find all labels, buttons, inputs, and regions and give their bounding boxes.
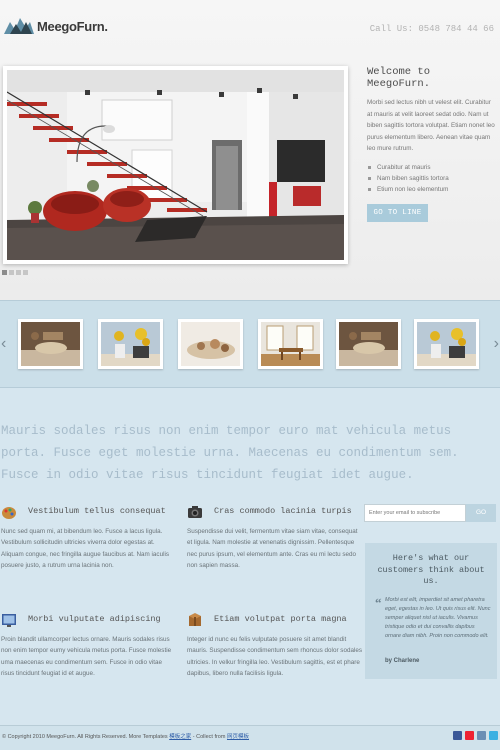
footer: © Copyright 2010 MeegoFurn. All Rights R… — [0, 725, 500, 750]
welcome-text: Morbi sed lectus nibh ut velest elit. Cu… — [367, 99, 495, 152]
thumbnail[interactable] — [178, 319, 243, 369]
hero-image — [7, 70, 344, 260]
feature-text: Suspendisse dui velit, fermentum vitae s… — [187, 528, 358, 569]
collect-text: - Collect from — [192, 734, 226, 740]
feature-title: Vestibulum tellus consequat — [28, 506, 166, 516]
slider-dot[interactable] — [23, 270, 28, 275]
thumbnail[interactable] — [18, 319, 83, 369]
go-to-line-button[interactable]: GO TO LINE — [367, 203, 428, 222]
thumbnail[interactable] — [258, 319, 323, 369]
feature-text: Integer id nunc eu felis vulputate posue… — [187, 636, 362, 677]
email-field[interactable]: Enter your email to subscribe — [364, 504, 466, 522]
feature-title: Etiam volutpat porta magna — [214, 614, 347, 624]
facebook-icon[interactable] — [453, 731, 462, 740]
monitor-icon — [2, 614, 16, 627]
chevron-left-icon[interactable]: ‹ — [1, 335, 6, 353]
welcome-panel: Welcome to MeegoFurn. Morbi sed lectus n… — [367, 66, 497, 222]
copyright: © Copyright 2010 MeegoFurn. All Rights R… — [2, 732, 249, 740]
copyright-text: © Copyright 2010 MeegoFurn. All Rights R… — [2, 734, 168, 740]
feature-block: Morbi vulputate adipiscing Proin blandit… — [1, 612, 176, 679]
phone-number: Call Us: 0548 784 44 66 — [369, 24, 494, 34]
feature-title: Cras commodo lacinia turpis — [214, 506, 352, 516]
twitter-icon[interactable] — [489, 731, 498, 740]
logo-text: MeegoFurn. — [37, 18, 108, 34]
slider-dot[interactable] — [16, 270, 21, 275]
logo[interactable]: MeegoFurn. — [4, 14, 108, 38]
intro-quote: Mauris sodales risus non enim tempor eur… — [1, 424, 459, 482]
slider-dot[interactable] — [9, 270, 14, 275]
feature-title: Morbi vulputate adipiscing — [28, 614, 161, 624]
chevron-right-icon[interactable]: › — [494, 335, 499, 353]
welcome-list: Curabitur at mauris Nam biben sagittis t… — [367, 162, 497, 195]
thumbnail[interactable] — [98, 319, 163, 369]
slider-dot[interactable] — [2, 270, 7, 275]
slider-dots — [2, 270, 28, 275]
testimonial-box: Here's what our customers think about us… — [365, 543, 497, 679]
list-item: Etium non leo elementum — [367, 184, 497, 195]
feature-block: Etiam volutpat porta magna Integer id nu… — [187, 612, 362, 679]
quote-icon: “ — [375, 595, 382, 610]
welcome-title: Welcome to MeegoFurn. — [367, 66, 431, 90]
testimonial-author: by Charlene — [385, 658, 420, 664]
delicious-icon[interactable] — [477, 731, 486, 740]
list-item: Curabitur at mauris — [367, 162, 497, 173]
thumbnail[interactable] — [336, 319, 401, 369]
box-icon — [189, 613, 201, 626]
testimonial-title: Here's what our customers think about us… — [377, 553, 485, 586]
header-area: MeegoFurn. Call Us: 0548 784 44 66 Welco… — [0, 0, 500, 300]
feature-text: Proin blandit ullamcorper lectus ornare.… — [1, 636, 172, 677]
subscribe-button[interactable]: GO — [466, 504, 496, 522]
camera-icon — [188, 506, 202, 518]
social-links — [453, 731, 498, 740]
list-item: Nam biben sagittis tortora — [367, 173, 497, 184]
thumbnail-carousel: ‹ › — [0, 300, 500, 388]
subscribe-form: Enter your email to subscribe GO — [364, 504, 496, 522]
hero-slider[interactable] — [3, 66, 348, 264]
logo-icon — [4, 18, 34, 34]
feature-block: Vestibulum tellus consequat Nunc sed qua… — [1, 504, 176, 571]
testimonial-text: Morbi est elit, imperdiet sit amet phare… — [385, 597, 491, 639]
thumbnail[interactable] — [414, 319, 479, 369]
flickr-icon[interactable] — [465, 731, 474, 740]
palette-icon — [2, 507, 16, 519]
feature-block: Cras commodo lacinia turpis Suspendisse … — [187, 504, 362, 571]
templates-link[interactable]: 模板之家 — [169, 734, 191, 740]
feature-text: Nunc sed quam mi, at bibendum leo. Fusce… — [1, 528, 170, 569]
webpage-templates-link[interactable]: 网页模板 — [227, 734, 249, 740]
